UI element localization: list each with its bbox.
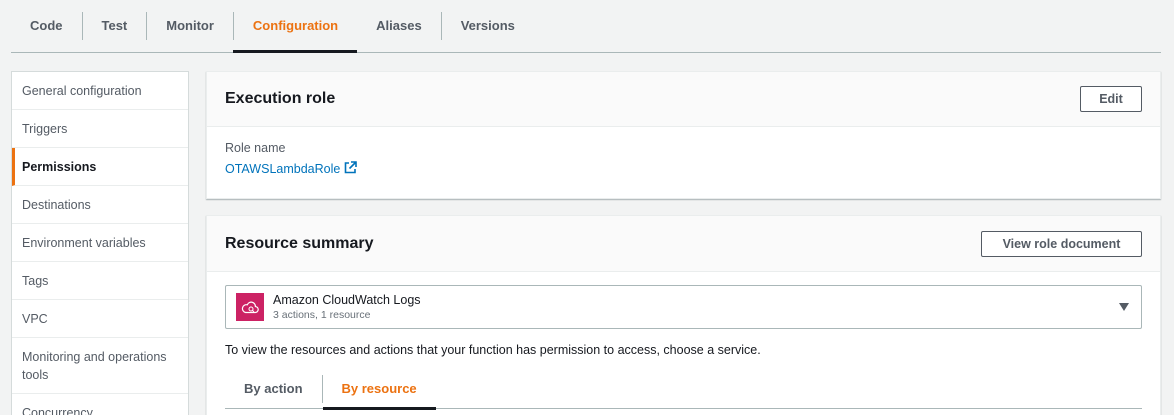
- tab-configuration[interactable]: Configuration: [232, 0, 358, 53]
- caret-down-icon: [1119, 303, 1129, 311]
- tab-monitor-label: Monitor: [146, 12, 233, 40]
- tab-aliases[interactable]: Aliases: [357, 0, 441, 52]
- service-help-text: To view the resources and actions that y…: [225, 343, 761, 357]
- external-link-icon: [344, 161, 358, 177]
- subtab-by-action[interactable]: By action: [225, 369, 322, 408]
- role-name-label: Role name: [225, 141, 286, 155]
- sidenav-item-concurrency[interactable]: Concurrency: [12, 394, 188, 415]
- edit-button[interactable]: Edit: [1080, 86, 1142, 112]
- cloudwatch-logs-icon: [236, 293, 264, 321]
- sidenav-item-environment-variables[interactable]: Environment variables: [12, 224, 188, 262]
- execution-role-header: Execution role Edit: [207, 72, 1160, 127]
- service-name: Amazon CloudWatch Logs: [273, 293, 421, 307]
- tab-versions-label: Versions: [440, 12, 534, 40]
- resource-summary-title: Resource summary: [225, 234, 374, 252]
- tab-aliases-label: Aliases: [376, 18, 422, 33]
- subtab-by-resource[interactable]: By resource: [321, 374, 436, 410]
- tab-code-label: Code: [30, 18, 63, 33]
- execution-role-title: Execution role: [225, 90, 336, 107]
- resource-subtabs: By action By resource: [225, 369, 1142, 410]
- role-name-link[interactable]: OTAWSLambdaRole: [225, 161, 1142, 177]
- tab-monitor[interactable]: Monitor: [146, 0, 233, 52]
- role-name-value: OTAWSLambdaRole: [225, 162, 341, 176]
- service-detail: 3 actions, 1 resource: [273, 309, 371, 321]
- tab-code[interactable]: Code: [11, 0, 82, 52]
- execution-role-panel: Execution role Edit Role name OTAWSLambd…: [206, 71, 1161, 199]
- view-role-document-button[interactable]: View role document: [981, 230, 1142, 257]
- sidenav-item-vpc[interactable]: VPC: [12, 300, 188, 338]
- resource-summary-header: Resource summary View role document: [207, 216, 1160, 272]
- service-select[interactable]: Amazon CloudWatch Logs 3 actions, 1 reso…: [225, 285, 1142, 329]
- tab-test[interactable]: Test: [81, 0, 147, 52]
- sidenav-item-destinations[interactable]: Destinations: [12, 186, 188, 224]
- tab-test-label: Test: [81, 12, 147, 40]
- function-tabs: Code Test Monitor Configuration Aliases …: [11, 0, 1161, 53]
- sidenav-item-tags[interactable]: Tags: [12, 262, 188, 300]
- sidenav-item-permissions[interactable]: Permissions: [12, 148, 188, 186]
- tab-configuration-label: Configuration: [232, 12, 357, 40]
- tab-versions[interactable]: Versions: [440, 0, 534, 52]
- sidenav-item-general-configuration[interactable]: General configuration: [12, 72, 188, 110]
- configuration-sidenav: General configuration Triggers Permissio…: [11, 71, 189, 415]
- sidenav-item-triggers[interactable]: Triggers: [12, 110, 188, 148]
- resource-summary-panel: Resource summary View role document Amaz…: [206, 215, 1161, 415]
- sidenav-item-monitoring[interactable]: Monitoring and operations tools: [12, 338, 188, 394]
